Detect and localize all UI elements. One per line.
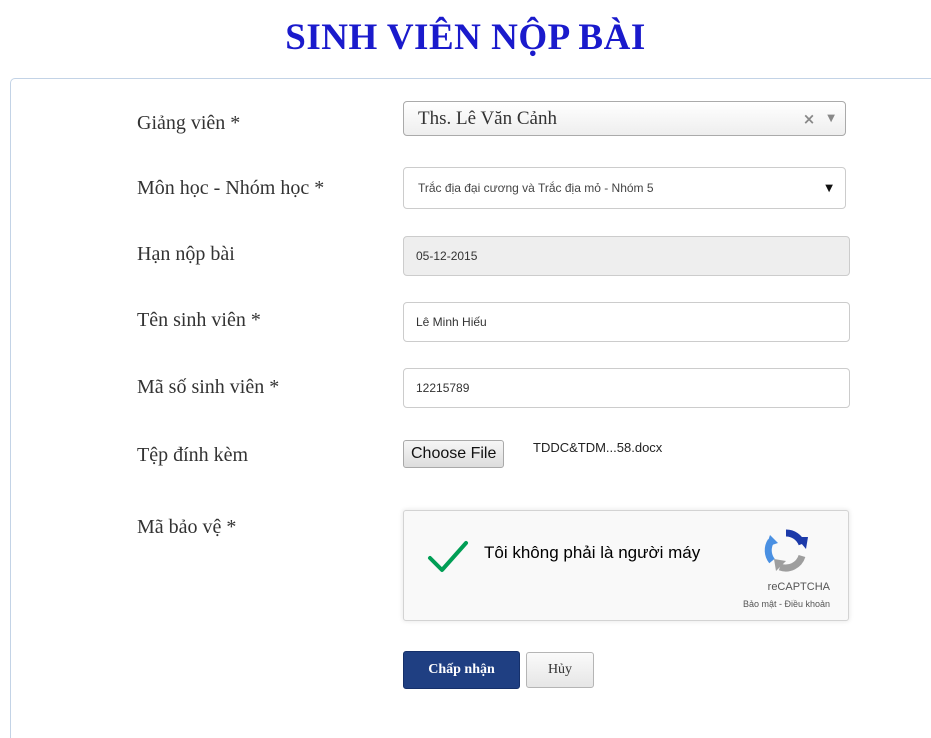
recaptcha-terms-link[interactable]: Bảo mật - Điều khoản: [743, 599, 830, 609]
attachment-file-name: TDDC&TDM...58.docx: [533, 440, 663, 455]
caret-down-icon: ▼: [825, 182, 833, 194]
recaptcha-widget: Tôi không phải là người máy reCAPTCHA Bả…: [403, 510, 849, 621]
course-group-value: Trắc địa đại cương và Trắc địa mỏ - Nhóm…: [418, 181, 654, 195]
student-id-input[interactable]: 12215789: [403, 368, 850, 408]
course-group-select[interactable]: Trắc địa đại cương và Trắc địa mỏ - Nhóm…: [403, 167, 846, 209]
recaptcha-logo-icon: [762, 527, 810, 578]
deadline-field: 05-12-2015: [403, 236, 850, 276]
lecturer-select[interactable]: Ths. Lê Văn Cảnh × ▼: [403, 101, 846, 136]
deadline-label: Hạn nộp bài: [137, 243, 235, 265]
lecturer-label: Giảng viên *: [137, 112, 241, 134]
cancel-button[interactable]: Hủy: [526, 652, 594, 688]
course-group-label: Môn học - Nhóm học *: [137, 177, 325, 199]
page-title: SINH VIÊN NỘP BÀI: [285, 17, 646, 58]
submit-button[interactable]: Chấp nhận: [403, 651, 520, 689]
recaptcha-brand: reCAPTCHA: [767, 581, 830, 593]
recaptcha-checkbox-label[interactable]: Tôi không phải là người máy: [484, 541, 724, 564]
student-name-input[interactable]: Lê Minh Hiếu: [403, 302, 850, 342]
lecturer-value: Ths. Lê Văn Cảnh: [418, 107, 557, 129]
captcha-label: Mã bảo vệ *: [137, 516, 237, 538]
student-id-value: 12215789: [416, 381, 470, 395]
deadline-value: 05-12-2015: [416, 249, 478, 263]
caret-down-icon[interactable]: ▼: [827, 113, 835, 124]
choose-file-button[interactable]: Choose File: [403, 440, 505, 468]
clear-icon[interactable]: ×: [803, 110, 816, 128]
student-id-label: Mã số sinh viên *: [137, 376, 280, 398]
check-icon[interactable]: [426, 539, 470, 580]
student-name-value: Lê Minh Hiếu: [416, 315, 487, 329]
attachment-label: Tệp đính kèm: [137, 444, 249, 466]
student-name-label: Tên sinh viên *: [137, 309, 261, 331]
